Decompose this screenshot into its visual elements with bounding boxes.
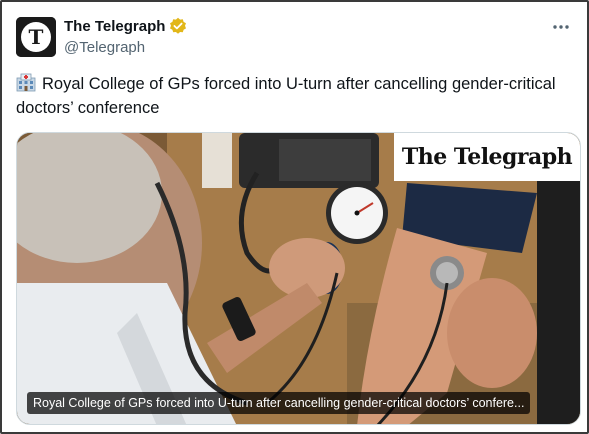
media-card[interactable]: The Telegraph Royal College of GPs force… [16, 132, 581, 425]
author-name-row[interactable]: The Telegraph [64, 17, 187, 35]
verified-badge-icon [169, 17, 187, 35]
hospital-icon [16, 73, 36, 92]
more-options-button[interactable] [549, 16, 573, 38]
tweet-text: Royal College of GPs forced into U-turn … [16, 72, 576, 120]
tweet-body: Royal College of GPs forced into U-turn … [16, 75, 556, 117]
avatar-letter: T [29, 25, 44, 49]
more-options-icon [553, 25, 569, 29]
tweet-card[interactable]: T The Telegraph @Telegraph Royal College… [0, 0, 589, 434]
author-handle[interactable]: @Telegraph [64, 39, 145, 56]
media-caption: Royal College of GPs forced into U-turn … [27, 392, 531, 414]
telegraph-logo-icon: T [16, 17, 56, 57]
avatar[interactable]: T [16, 17, 56, 57]
telegraph-brand-tag: The Telegraph [394, 133, 580, 181]
author-name[interactable]: The Telegraph [64, 18, 165, 35]
